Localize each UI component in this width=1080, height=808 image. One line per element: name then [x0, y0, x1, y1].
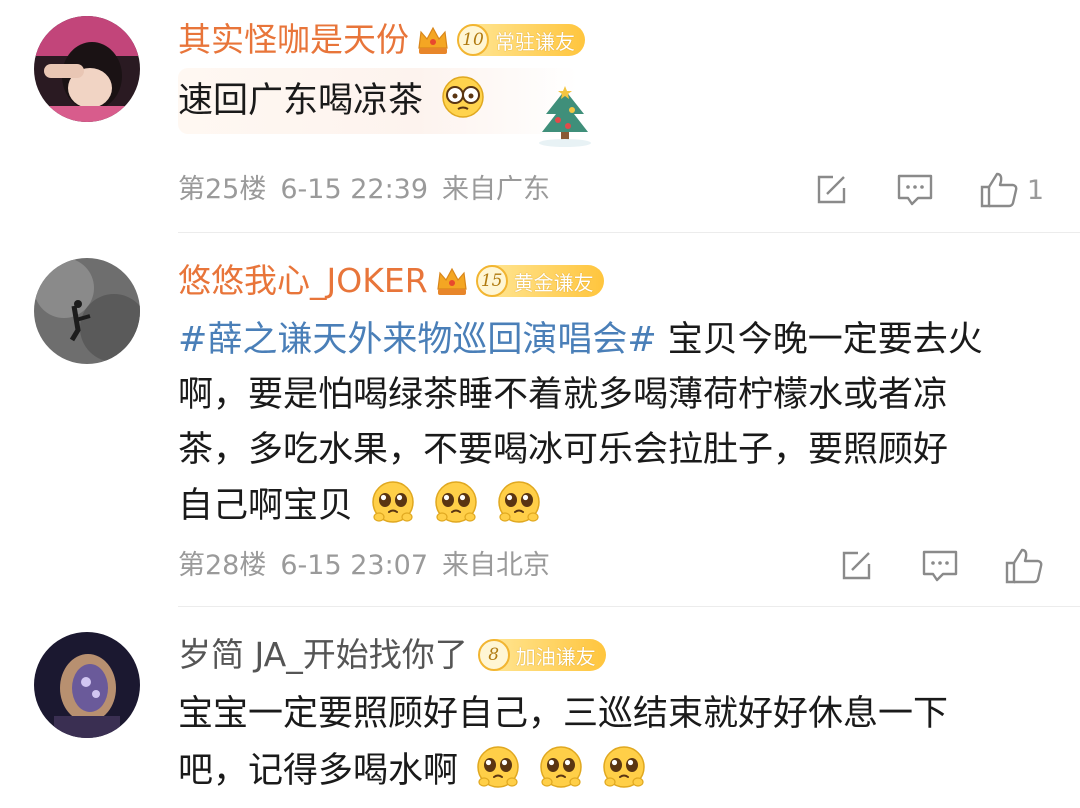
comment-line-1: 宝宝一定要照顾好自己，三巡结束就好好休息一下: [178, 694, 949, 734]
thumbs-up-icon[interactable]: 1: [979, 170, 1044, 210]
divider: [178, 232, 1080, 233]
fan-badge[interactable]: 8 加油谦友: [477, 639, 606, 671]
username[interactable]: 其实怪咖是天份: [178, 17, 409, 63]
comment-meta: 第28楼 6-15 23:07 来自北京: [178, 546, 564, 586]
glasses-face-emoji: [440, 74, 486, 120]
username-row: 悠悠我心_JOKER 15 黄金谦友: [178, 258, 604, 304]
reply-icon[interactable]: [895, 170, 935, 210]
like-count: 1: [1026, 174, 1044, 206]
comment-line-2: 吧，记得多喝水啊: [178, 751, 459, 791]
badge-text: 黄金谦友: [513, 270, 594, 295]
fan-badge[interactable]: 10 常驻谦友: [457, 24, 585, 56]
pleading-face-emoji: [433, 479, 479, 525]
badge-level: 10: [457, 24, 489, 56]
comment-line-1: 宝贝今晚一定要去火: [656, 320, 983, 360]
comment-line-4: 自己啊宝贝: [178, 486, 354, 526]
pleading-face-emoji: [475, 744, 521, 790]
hashtag-link[interactable]: #薛之谦天外来物巡回演唱会#: [178, 320, 657, 360]
avatar[interactable]: [34, 258, 140, 364]
username-row: 其实怪咖是天份 10 常驻谦友: [178, 17, 585, 63]
pleading-face-emoji: [538, 744, 584, 790]
comment-body: 速回广东喝凉茶: [178, 81, 424, 121]
edit-icon[interactable]: [811, 170, 851, 210]
location: 来自广东: [442, 174, 551, 205]
comment-meta: 第25楼 6-15 22:39 来自广东: [178, 170, 564, 210]
avatar[interactable]: [34, 16, 140, 122]
badge-level: 15: [475, 265, 508, 297]
badge-text: 常驻谦友: [495, 29, 575, 54]
username-row: 岁简 JA_开始找你了 8 加油谦友: [178, 632, 606, 678]
location: 来自北京: [442, 550, 551, 581]
reply-icon[interactable]: [920, 546, 960, 586]
comment-text: 速回广东喝凉茶: [178, 74, 1038, 147]
comment-actions: [792, 546, 1044, 586]
fan-badge[interactable]: 15 黄金谦友: [475, 265, 604, 297]
pleading-face-emoji: [496, 479, 542, 525]
floor-number: 第28楼: [178, 550, 267, 581]
comment-text: #薛之谦天外来物巡回演唱会# 宝贝今晚一定要去火 啊，要是怕喝绿茶睡不着就多喝薄…: [178, 314, 1038, 532]
christmas-tree-decoration: [534, 86, 596, 163]
pleading-face-emoji: [370, 479, 416, 525]
timestamp: 6-15 23:07: [280, 550, 429, 581]
edit-icon[interactable]: [836, 546, 876, 586]
badge-text: 加油谦友: [515, 644, 596, 669]
comment-actions: 1: [767, 170, 1044, 210]
username[interactable]: 岁简 JA_开始找你了: [178, 632, 468, 678]
crown-icon: [434, 263, 470, 299]
timestamp: 6-15 22:39: [280, 174, 429, 205]
crown-icon: [415, 22, 451, 58]
avatar[interactable]: [34, 632, 140, 738]
username[interactable]: 悠悠我心_JOKER: [178, 258, 428, 304]
floor-number: 第25楼: [178, 174, 267, 205]
badge-level: 8: [477, 639, 510, 671]
thumbs-up-icon[interactable]: [1004, 546, 1044, 586]
divider: [178, 606, 1080, 607]
comment-text: 宝宝一定要照顾好自己，三巡结束就好好休息一下 吧，记得多喝水啊: [178, 688, 1038, 797]
comment-line-3: 茶，多吃水果，不要喝冰可乐会拉肚子，要照顾好: [178, 430, 949, 470]
pleading-face-emoji: [601, 744, 647, 790]
comment-line-2: 啊，要是怕喝绿茶睡不着就多喝薄荷柠檬水或者凉: [178, 375, 949, 415]
